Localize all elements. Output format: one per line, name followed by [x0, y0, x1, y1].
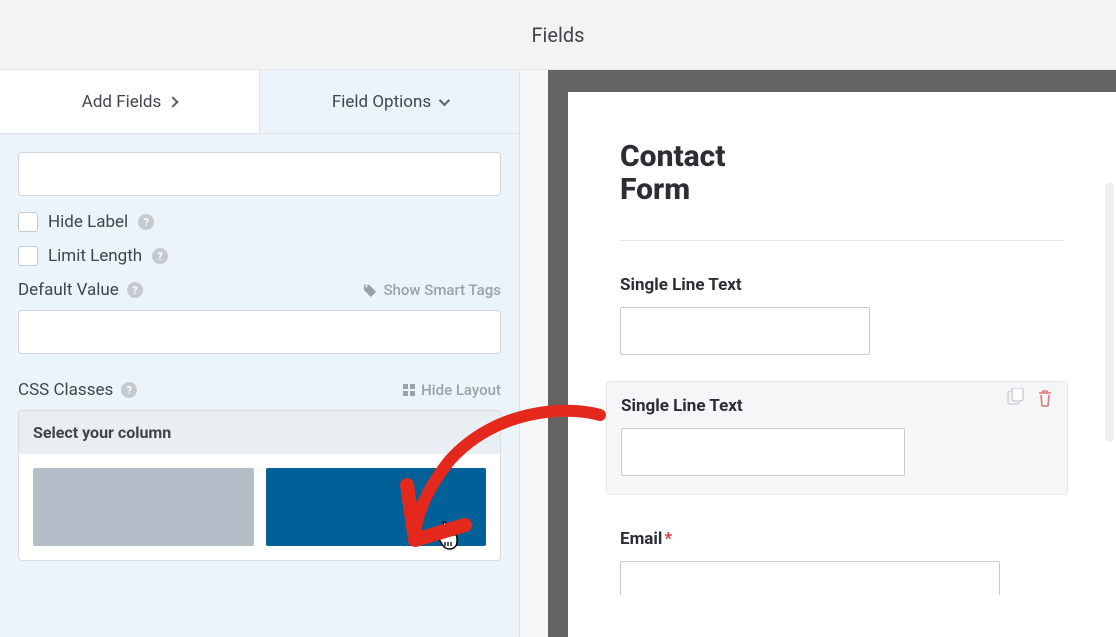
limit-length-checkbox[interactable] — [18, 246, 38, 266]
hide-layout-link[interactable]: Hide Layout — [403, 381, 501, 399]
layout-grid-icon — [403, 384, 415, 396]
field-input[interactable] — [621, 428, 905, 476]
top-bar-title: Fields — [532, 23, 585, 47]
css-classes-row: CSS Classes ? Hide Layout — [18, 380, 501, 400]
column-option-left[interactable] — [33, 468, 254, 546]
tab-field-options-label: Field Options — [332, 92, 431, 112]
duplicate-icon[interactable] — [1005, 388, 1025, 408]
default-value-row: Default Value ? Show Smart Tags — [18, 280, 501, 300]
tab-add-fields[interactable]: Add Fields — [0, 70, 260, 133]
tab-add-fields-label: Add Fields — [82, 92, 162, 112]
field-actions — [1005, 388, 1055, 408]
sidebar: Add Fields Field Options Hide Label ? Li… — [0, 70, 520, 637]
column-selector-body — [19, 454, 500, 560]
limit-length-row[interactable]: Limit Length ? — [18, 246, 501, 266]
help-icon[interactable]: ? — [152, 248, 168, 264]
form-divider — [620, 240, 1064, 241]
field-label: Single Line Text — [621, 396, 1053, 416]
field-label: Single Line Text — [620, 275, 1064, 295]
sidebar-tabs: Add Fields Field Options — [0, 70, 519, 134]
form-field[interactable]: Email* — [620, 529, 1064, 595]
field-input[interactable] — [620, 307, 870, 355]
css-classes-label-text: CSS Classes — [18, 380, 113, 400]
tab-field-options[interactable]: Field Options — [260, 70, 519, 133]
form-field-selected[interactable]: Single Line Text — [606, 381, 1068, 495]
preview-content: Contact Form Single Line Text — [568, 92, 1116, 637]
main-layout: Add Fields Field Options Hide Label ? Li… — [0, 70, 1116, 637]
default-value-label-text: Default Value — [18, 280, 119, 300]
hide-label-checkbox[interactable] — [18, 212, 38, 232]
hide-label-row[interactable]: Hide Label ? — [18, 212, 501, 232]
show-smart-tags-label: Show Smart Tags — [383, 281, 501, 299]
form-field[interactable]: Single Line Text — [620, 275, 1064, 355]
top-bar: Fields — [0, 0, 1116, 70]
label-input[interactable] — [18, 152, 501, 196]
field-label-text: Email — [620, 529, 662, 549]
field-options-panel: Hide Label ? Limit Length ? Default Valu… — [0, 134, 519, 637]
default-value-label: Default Value ? — [18, 280, 143, 300]
column-selector: Select your column — [18, 410, 501, 561]
field-input[interactable] — [620, 561, 1000, 595]
required-star-icon: * — [664, 529, 672, 549]
column-selector-title: Select your column — [19, 411, 500, 454]
limit-length-text: Limit Length — [48, 246, 142, 266]
column-option-right[interactable] — [266, 468, 487, 546]
preview-panel: Contact Form Single Line Text — [520, 70, 1116, 637]
trash-icon[interactable] — [1035, 388, 1055, 408]
help-icon[interactable]: ? — [121, 382, 137, 398]
hide-layout-label: Hide Layout — [421, 381, 501, 399]
chevron-right-icon — [168, 96, 179, 107]
field-label: Email* — [620, 529, 1064, 549]
css-classes-label: CSS Classes ? — [18, 380, 137, 400]
help-icon[interactable]: ? — [138, 214, 154, 230]
chevron-down-icon — [439, 94, 450, 105]
preview-scrollbar[interactable] — [1105, 182, 1114, 442]
default-value-input[interactable] — [18, 310, 501, 354]
show-smart-tags-link[interactable]: Show Smart Tags — [363, 281, 501, 299]
pointer-cursor-icon — [436, 518, 466, 552]
hide-label-text: Hide Label — [48, 212, 128, 232]
help-icon[interactable]: ? — [127, 282, 143, 298]
tag-icon — [363, 283, 377, 297]
form-title: Contact Form — [620, 140, 790, 206]
